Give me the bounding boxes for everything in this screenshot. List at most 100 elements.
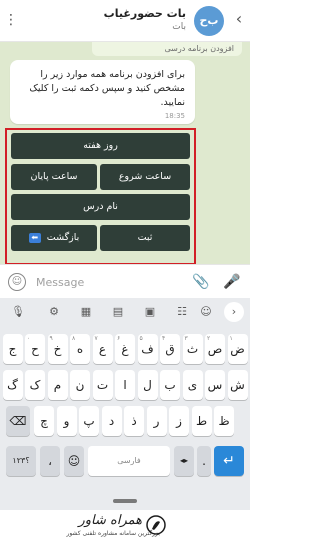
gif-icon[interactable]: ▣ (140, 302, 160, 322)
space-key[interactable]: فارسی (88, 446, 170, 476)
key-hint: ۴ (162, 335, 166, 342)
key-2-10[interactable]: ک (25, 370, 45, 400)
key-2-6[interactable]: ا (115, 370, 135, 400)
key-label: ط (195, 414, 208, 428)
key-2-5[interactable]: ل (137, 370, 158, 400)
key-3-6[interactable]: د (101, 406, 122, 436)
key-label: ی (187, 378, 198, 392)
key-hint: ۵ (139, 335, 143, 342)
message-composer: ☺ 📎 🎤 (0, 264, 250, 298)
cursor-key[interactable]: ◂▸ (174, 446, 194, 476)
reply-keyboard-highlight: روز هفته ساعت شروع ساعت پایان نام درس ثب… (5, 128, 196, 265)
backspace-key[interactable]: ⌫ (6, 406, 30, 436)
key-hint: ۷ (94, 335, 98, 342)
key-label: پ (83, 414, 95, 428)
key-2-11[interactable]: گ (2, 370, 23, 400)
key-label: ق (165, 342, 175, 356)
brand-tagline: بزرگترین سامانه مشاوره تلفنی کشور (66, 530, 160, 537)
smiley-icon[interactable]: ☺ (8, 273, 26, 291)
chat-subtitle: بات (172, 22, 186, 32)
microphone-icon[interactable]: 🎤 (222, 271, 242, 293)
sticker-icon[interactable]: ▤ (108, 302, 128, 322)
paperclip-icon[interactable]: 📎 (192, 273, 210, 291)
key-label: گ (7, 378, 18, 392)
key-3-3[interactable]: ز (169, 406, 189, 436)
key-1-10[interactable]: ۰ح (25, 334, 45, 364)
enter-key[interactable]: ↵ (214, 446, 244, 476)
translate-icon[interactable]: ▦ (76, 302, 96, 322)
key-3-1[interactable]: ظ (214, 406, 234, 436)
key-label: ح (31, 342, 39, 356)
more-options-icon[interactable]: ⋮ (4, 10, 18, 30)
chat-area: افزودن برنامه درسی برای افزودن برنامه هم… (0, 42, 250, 265)
chat-header: ⋮ بات حضورغیاب بات ب‌ح ‹ (0, 0, 250, 42)
brand-logo-icon (146, 515, 166, 535)
key-1-1[interactable]: ۱ض (227, 334, 248, 364)
key-2-8[interactable]: ن (70, 370, 90, 400)
key-hint: ۰ (27, 335, 31, 342)
key-label: ز (176, 414, 182, 428)
key-2-3[interactable]: ی (182, 370, 203, 400)
key-2-2[interactable]: س (205, 370, 225, 400)
key-1-3[interactable]: ۳ث (182, 334, 203, 364)
key-label: ض (230, 342, 245, 356)
period-key[interactable]: . (197, 446, 211, 476)
soft-keyboard: 🎙 ⚙ ▦ ▤ ▣ ☷ ☺ › ۱ض۲ص۳ث۴ق۵ف۶غ۷ع۸ه۹خ۰حجشسی… (0, 298, 250, 492)
key-3-8[interactable]: و (56, 406, 77, 436)
screen: ⋮ بات حضورغیاب بات ب‌ح ‹ افزودن برنامه د… (0, 0, 250, 545)
brand-name: همراه شاور (78, 513, 142, 528)
key-label: ت (96, 378, 109, 392)
key-label: ر (153, 414, 160, 428)
day-of-week-button[interactable]: روز هفته (11, 133, 190, 159)
comma-key[interactable]: ، (40, 446, 60, 476)
key-2-4[interactable]: ب (160, 370, 180, 400)
key-label: ش (230, 378, 245, 392)
key-1-2[interactable]: ۲ص (205, 334, 225, 364)
key-label: چ (40, 414, 48, 428)
key-1-9[interactable]: ۹خ (47, 334, 68, 364)
emoji-key[interactable]: ☺ (64, 446, 84, 476)
key-2-7[interactable]: ت (92, 370, 113, 400)
symbols-key[interactable]: ؟۱۲۳ (6, 446, 36, 476)
key-2-9[interactable]: م (47, 370, 68, 400)
clipboard-icon[interactable]: ☷ (172, 302, 192, 322)
key-1-8[interactable]: ۸ه (70, 334, 90, 364)
emoji-keyboard-icon[interactable]: ☺ (196, 302, 216, 322)
key-hint: ۶ (117, 335, 121, 342)
key-label: ع (98, 342, 107, 356)
key-label: و (63, 414, 70, 428)
key-2-1[interactable]: ش (227, 370, 248, 400)
system-nav-bar (0, 492, 250, 510)
key-label: ل (143, 378, 152, 392)
key-1-4[interactable]: ۴ق (160, 334, 180, 364)
key-1-7[interactable]: ۷ع (92, 334, 113, 364)
mic-icon[interactable]: 🎙 (8, 302, 28, 322)
key-label: د (108, 414, 115, 428)
key-label: ث (186, 342, 199, 356)
submit-button[interactable]: ثبت (100, 225, 190, 251)
previous-message: افزودن برنامه درسی (92, 42, 242, 56)
key-label: ص (207, 342, 223, 356)
key-1-6[interactable]: ۶غ (115, 334, 135, 364)
home-gesture-pill[interactable] (113, 499, 137, 503)
key-label: غ (121, 342, 129, 356)
settings-icon[interactable]: ⚙ (44, 302, 64, 322)
end-time-button[interactable]: ساعت پایان (11, 164, 97, 190)
avatar[interactable]: ب‌ح (194, 6, 224, 36)
chevron-right-icon[interactable]: › (224, 302, 244, 322)
back-button[interactable]: بازگشت ⬅ (11, 225, 97, 251)
key-label: س (207, 378, 223, 392)
key-3-5[interactable]: ذ (124, 406, 144, 436)
key-1-11[interactable]: ج (2, 334, 23, 364)
message-input[interactable] (36, 271, 176, 293)
key-3-4[interactable]: ر (146, 406, 167, 436)
key-label: ک (29, 378, 41, 392)
key-3-9[interactable]: چ (34, 406, 54, 436)
back-arrow-icon[interactable]: ‹ (232, 8, 246, 30)
key-3-7[interactable]: پ (79, 406, 99, 436)
key-3-2[interactable]: ط (191, 406, 212, 436)
start-time-button[interactable]: ساعت شروع (100, 164, 190, 190)
lesson-name-button[interactable]: نام درس (11, 194, 190, 220)
key-label: م (53, 378, 62, 392)
key-1-5[interactable]: ۵ف (137, 334, 158, 364)
